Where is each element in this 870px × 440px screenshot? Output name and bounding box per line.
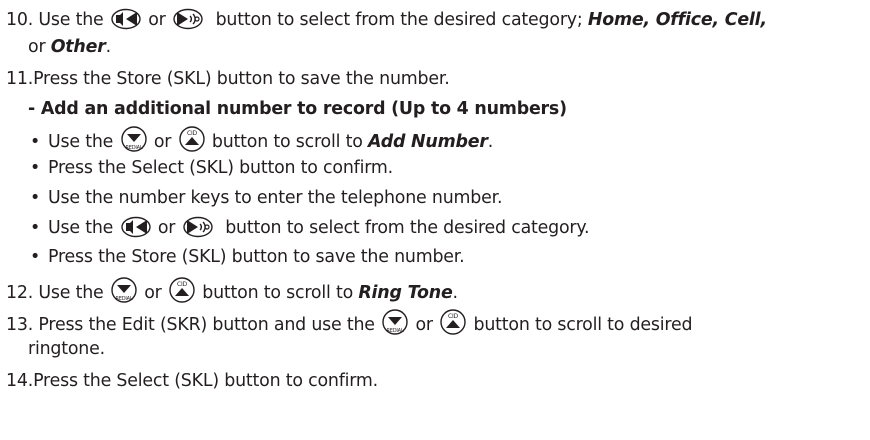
- step-13-continuation: ringtone.: [28, 339, 105, 359]
- step-11: 11.Press the Store (SKL) button to save …: [6, 68, 450, 90]
- menu-item-emphasis: Add Number: [367, 132, 488, 152]
- bullet-mark: •: [30, 218, 41, 238]
- svg-text:CID: CID: [187, 130, 198, 137]
- down-arrow-redial-icon: REDIAL: [382, 309, 408, 335]
- right-arrow-voice-icon: [182, 216, 213, 238]
- step-13: 13. Press the Edit (SKR) button and use …: [6, 309, 693, 336]
- step-text: Press the Select (SKL) button to confirm…: [33, 371, 378, 391]
- step-text: button to select from the desired catego…: [225, 218, 590, 238]
- left-arrow-mute-icon: [120, 216, 151, 238]
- step-text: Press the Edit (SKR) button and use the: [38, 315, 375, 335]
- step-text: .: [105, 37, 112, 57]
- up-arrow-cid-icon: CID: [440, 309, 466, 335]
- bullet-mark: •: [30, 247, 41, 267]
- manual-page: 10. Use the or button to select from the…: [0, 0, 870, 440]
- svg-text:REDIAL: REDIAL: [387, 328, 404, 334]
- step-14: 14.Press the Select (SKL) button to conf…: [6, 370, 378, 392]
- bullet-mark: •: [30, 132, 41, 152]
- bullet-item: • Press the Select (SKL) button to confir…: [30, 157, 393, 179]
- left-arrow-mute-icon: [111, 8, 141, 30]
- step-number: 13.: [6, 315, 34, 335]
- step-text: or: [144, 283, 162, 303]
- step-text: Use the: [48, 132, 114, 152]
- step-12: 12. Use the REDIAL or CID button to scro…: [6, 277, 458, 304]
- step-text: or: [415, 315, 433, 335]
- up-arrow-cid-icon: CID: [169, 277, 195, 303]
- step-number: 10.: [6, 10, 34, 30]
- svg-text:CID: CID: [177, 281, 188, 288]
- step-number: 14.: [6, 371, 34, 391]
- category-list-emphasis: Home, Office, Cell,: [587, 10, 767, 30]
- down-arrow-redial-icon: REDIAL: [120, 126, 147, 152]
- step-text: Press the Store (SKL) button to save the…: [48, 247, 465, 267]
- step-number: 11.: [6, 69, 34, 89]
- menu-item-emphasis: Ring Tone: [358, 283, 453, 303]
- sub-heading: - Add an additional number to record (Up…: [28, 99, 567, 119]
- right-arrow-voice-icon: [173, 8, 203, 30]
- step-text: Use the number keys to enter the telepho…: [48, 188, 503, 208]
- svg-text:REDIAL: REDIAL: [125, 145, 142, 151]
- up-arrow-cid-icon: CID: [178, 126, 205, 152]
- step-text: .: [487, 132, 494, 152]
- svg-text:CID: CID: [448, 313, 459, 320]
- step-10-continuation: or Other.: [28, 36, 111, 58]
- svg-text:REDIAL: REDIAL: [115, 296, 132, 302]
- step-10: 10. Use the or button to select from the…: [6, 8, 767, 31]
- step-number: 12.: [6, 283, 34, 303]
- step-text: or: [153, 132, 172, 152]
- step-text: Press the Select (SKL) button to confirm…: [48, 158, 393, 178]
- step-text: Press the Store (SKL) button to save the…: [33, 69, 450, 89]
- step-text: .: [452, 283, 459, 303]
- step-text: or: [148, 10, 166, 30]
- step-text: button to scroll to: [202, 283, 354, 303]
- step-text: or: [157, 218, 176, 238]
- bullet-mark: •: [30, 158, 41, 178]
- bullet-item: • Press the Store (SKL) button to save th…: [30, 246, 465, 268]
- category-other-emphasis: Other: [50, 37, 106, 57]
- step-text: Use the: [38, 10, 104, 30]
- step-text: or: [28, 37, 46, 57]
- bullet-mark: •: [30, 188, 41, 208]
- bullet-item: • Use the number keys to enter the teleph…: [30, 187, 502, 209]
- step-text: button to scroll to: [211, 132, 363, 152]
- step-text: button to select from the desired catego…: [215, 10, 583, 30]
- bullet-item: • Use the REDIAL or CID button to scroll …: [30, 126, 493, 153]
- step-text: button to scroll to desired: [473, 315, 693, 335]
- step-text: Use the: [38, 283, 104, 303]
- bullet-item: • Use the or button to select from the de…: [30, 216, 590, 239]
- step-text: Use the: [48, 218, 114, 238]
- down-arrow-redial-icon: REDIAL: [111, 277, 137, 303]
